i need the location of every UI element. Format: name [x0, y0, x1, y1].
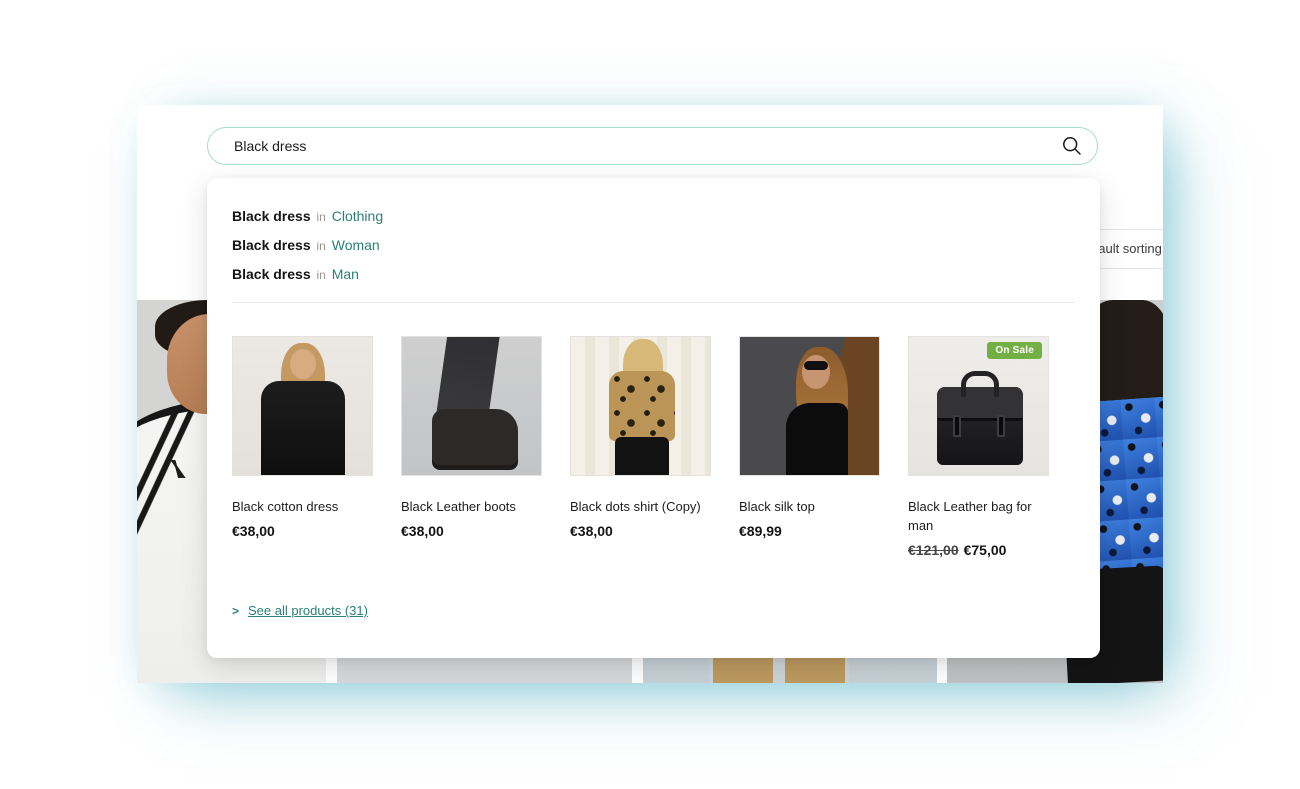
suggestion-connector: in	[315, 239, 328, 253]
product-image-black-leather-bag[interactable]: On Sale	[908, 336, 1049, 476]
suggestion-man[interactable]: Black dress in Man	[232, 260, 1075, 289]
product-image-black-leather-boots[interactable]	[401, 336, 542, 476]
product-image-black-cotton-dress[interactable]	[232, 336, 373, 476]
search-input[interactable]	[207, 127, 1098, 165]
suggestion-list: Black dress in Clothing Black dress in W…	[207, 178, 1100, 289]
suggestion-category: Man	[332, 266, 359, 282]
product-image-black-dots-shirt[interactable]	[570, 336, 711, 476]
suggestion-connector: in	[315, 268, 328, 282]
product-sale-price: €75,00	[964, 542, 1007, 558]
product-card: Black silk top €89,99	[739, 336, 880, 558]
product-results: Black cotton dress €38,00 Black Leather …	[207, 303, 1100, 558]
suggestion-query: Black dress	[232, 266, 311, 282]
adidas-logo-decor	[165, 460, 191, 478]
product-old-price: €121,00	[908, 542, 959, 558]
search-icon[interactable]	[1062, 136, 1082, 156]
product-price: €38,00	[401, 523, 542, 539]
product-price: €38,00	[232, 523, 373, 539]
product-price: €89,99	[739, 523, 880, 539]
suggestion-query: Black dress	[232, 237, 311, 253]
search-bar	[207, 127, 1098, 165]
suggestion-woman[interactable]: Black dress in Woman	[232, 231, 1075, 260]
product-card: On Sale Black Leather bag for man €121,0…	[908, 336, 1049, 558]
product-title[interactable]: Black Leather boots	[401, 497, 542, 516]
chevron-right-icon: >	[232, 604, 239, 618]
photo-decor	[615, 437, 669, 476]
product-price: €38,00	[570, 523, 711, 539]
product-title[interactable]: Black silk top	[739, 497, 880, 516]
product-card: Black cotton dress €38,00	[232, 336, 373, 558]
photo-decor	[997, 415, 1005, 437]
product-image-black-silk-top[interactable]	[739, 336, 880, 476]
product-title[interactable]: Black cotton dress	[232, 497, 373, 516]
product-price: €121,00 €75,00	[908, 542, 1049, 558]
sunglasses-decor	[804, 361, 828, 370]
photo-decor	[609, 371, 675, 441]
photo-decor	[290, 349, 316, 379]
see-all-products-link[interactable]: > See all products (31)	[232, 603, 368, 618]
photo-decor	[786, 403, 848, 476]
product-title[interactable]: Black Leather bag for man	[908, 497, 1049, 535]
on-sale-badge: On Sale	[987, 342, 1042, 359]
suggestion-query: Black dress	[232, 208, 311, 224]
suggestion-category: Clothing	[332, 208, 383, 224]
product-title[interactable]: Black dots shirt (Copy)	[570, 497, 711, 516]
shop-page-container: Default sorting Black dress in Clothing	[137, 105, 1163, 683]
suggestion-category: Woman	[332, 237, 380, 253]
photo-decor	[432, 409, 518, 465]
photo-decor	[953, 415, 961, 437]
search-results-dropdown: Black dress in Clothing Black dress in W…	[207, 178, 1100, 658]
suggestion-connector: in	[315, 210, 328, 224]
see-all-label: See all products (31)	[248, 603, 368, 618]
suggestion-clothing[interactable]: Black dress in Clothing	[232, 202, 1075, 231]
product-card: Black Leather boots €38,00	[401, 336, 542, 558]
photo-decor	[261, 381, 345, 476]
photo-decor	[961, 371, 999, 397]
product-card: Black dots shirt (Copy) €38,00	[570, 336, 711, 558]
